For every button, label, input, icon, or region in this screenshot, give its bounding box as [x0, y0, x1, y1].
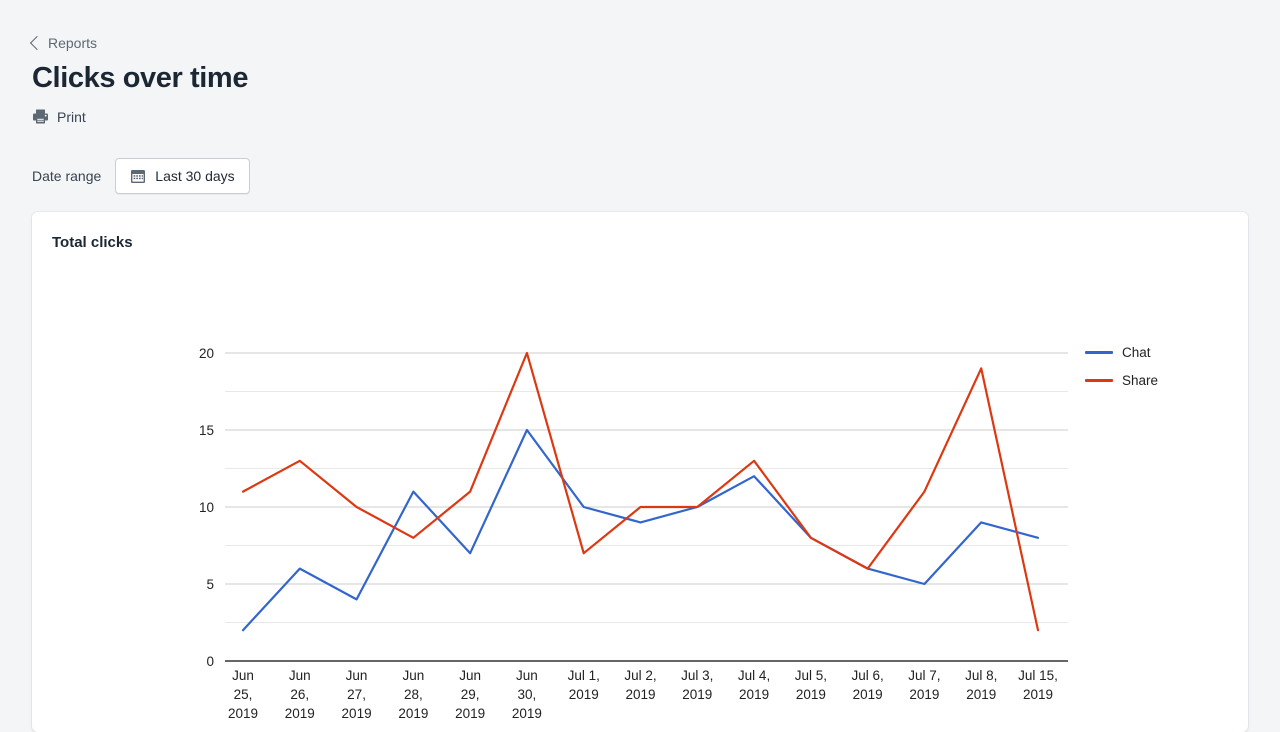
x-axis-tick-label: Jun 30, 2019 [512, 668, 542, 721]
y-axis-tick-label: 20 [199, 346, 214, 361]
svg-text:27,: 27, [347, 687, 366, 702]
report-page: Reports Clicks over time Print Date rang… [0, 0, 1280, 732]
svg-text:Jul 3,: Jul 3, [681, 668, 713, 683]
date-range-control: Date range Last 30 days [32, 158, 250, 194]
x-axis-tick-label: Jun 28, 2019 [398, 668, 428, 721]
page-title: Clicks over time [32, 62, 249, 94]
x-axis-tick-label: Jul 1, 2019 [568, 668, 600, 702]
legend-item-chat[interactable]: Chat [1085, 345, 1158, 360]
svg-text:2019: 2019 [398, 706, 428, 721]
x-axis-tick-label: Jul 2, 2019 [624, 668, 656, 702]
svg-text:28,: 28, [404, 687, 423, 702]
x-axis-tick-label: Jul 4, 2019 [738, 668, 770, 702]
legend-swatch [1085, 351, 1113, 354]
svg-text:2019: 2019 [285, 706, 315, 721]
clicks-over-time-chart: 0 5 10 15 20 Jun 25, 2019 Jun 26, 2019 Jun 27, 2019 Ju… [32, 212, 1248, 732]
legend-label: Chat [1122, 345, 1151, 360]
x-axis-tick-label: Jun 27, 2019 [342, 668, 372, 721]
x-axis-tick-label: Jul 5, 2019 [795, 668, 827, 702]
print-label: Print [57, 108, 86, 125]
svg-text:Jul 1,: Jul 1, [568, 668, 600, 683]
x-axis-tick-label: Jul 15, 2019 [1018, 668, 1058, 702]
date-range-label: Date range [32, 168, 102, 184]
svg-text:2019: 2019 [455, 706, 485, 721]
svg-text:Jun: Jun [516, 668, 538, 683]
svg-text:2019: 2019 [796, 687, 826, 702]
breadcrumb-label: Reports [48, 35, 98, 51]
svg-text:Jun: Jun [402, 668, 424, 683]
printer-icon [33, 109, 48, 124]
calendar-icon [131, 170, 146, 183]
x-axis-tick-label: Jul 6, 2019 [852, 668, 884, 702]
x-axis-tick-label: Jun 25, 2019 [228, 668, 258, 721]
legend-label: Share [1122, 373, 1159, 388]
svg-text:Jul 5,: Jul 5, [795, 668, 827, 683]
svg-text:25,: 25, [234, 687, 253, 702]
svg-text:Jul 2,: Jul 2, [624, 668, 656, 683]
x-axis-tick-label: Jul 8, 2019 [965, 668, 997, 702]
legend-item-share[interactable]: Share [1085, 373, 1158, 388]
svg-text:2019: 2019 [625, 687, 655, 702]
print-button[interactable]: Print [32, 108, 86, 125]
svg-text:2019: 2019 [853, 687, 883, 702]
series-line-chat [241, 428, 1040, 632]
svg-text:2019: 2019 [739, 687, 769, 702]
svg-text:2019: 2019 [228, 706, 258, 721]
legend-swatch [1085, 379, 1113, 382]
total-clicks-card: Total clicks 0 5 10 15 20 Jun 25, 2019 Jun 26, 201… [32, 212, 1248, 732]
svg-text:26,: 26, [290, 687, 309, 702]
chart-legend: Chat Share [1085, 345, 1158, 388]
svg-text:2019: 2019 [569, 687, 599, 702]
svg-text:2019: 2019 [1023, 687, 1053, 702]
svg-text:2019: 2019 [966, 687, 996, 702]
chart-canvas: 05101520Jun25,2019Jun26,2019Jun27,2019Ju… [199, 346, 1068, 721]
svg-text:Jul 15,: Jul 15, [1018, 668, 1058, 683]
svg-text:Jul 6,: Jul 6, [852, 668, 884, 683]
svg-text:Jul 8,: Jul 8, [965, 668, 997, 683]
y-axis-tick-label: 0 [206, 654, 214, 669]
date-range-button[interactable]: Last 30 days [115, 158, 250, 194]
y-axis-tick-label: 5 [206, 577, 214, 592]
svg-text:30,: 30, [518, 687, 537, 702]
date-range-value: Last 30 days [155, 168, 235, 184]
svg-text:Jul 4,: Jul 4, [738, 668, 770, 683]
svg-text:Jul 7,: Jul 7, [908, 668, 940, 683]
x-axis-tick-label: Jul 7, 2019 [908, 668, 940, 702]
svg-text:2019: 2019 [909, 687, 939, 702]
svg-text:Jun: Jun [346, 668, 368, 683]
x-axis-tick-label: Jul 3, 2019 [681, 668, 713, 702]
x-axis-tick-label: Jun 26, 2019 [285, 668, 315, 721]
chevron-left-icon [29, 35, 45, 50]
svg-text:2019: 2019 [342, 706, 372, 721]
svg-text:2019: 2019 [682, 687, 712, 702]
x-axis-tick-label: Jun 29, 2019 [455, 668, 485, 721]
svg-text:Jun: Jun [289, 668, 311, 683]
breadcrumb[interactable]: Reports [29, 35, 98, 51]
y-axis-tick-label: 15 [199, 423, 214, 438]
y-axis-tick-label: 10 [199, 500, 214, 515]
svg-text:2019: 2019 [512, 706, 542, 721]
svg-text:29,: 29, [461, 687, 480, 702]
svg-text:Jun: Jun [232, 668, 254, 683]
svg-text:Jun: Jun [459, 668, 481, 683]
